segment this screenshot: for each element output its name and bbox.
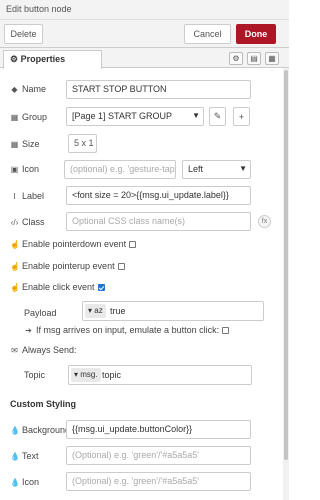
action-bar: Delete Cancel Done [0,20,289,48]
pointerup-checkbox[interactable] [117,262,125,270]
pencil-icon: ✎ [213,111,222,121]
group-label: ▦ Group [10,112,48,122]
scrollbar[interactable] [283,68,289,500]
droplet-icon: 💧 [10,477,20,487]
background-input[interactable]: {{msg.ui_update.buttonColor}} [66,420,251,439]
custom-styling-heading: Custom Styling [10,399,77,409]
cancel-button[interactable]: Cancel [184,24,231,44]
i-cursor-icon: I [13,191,16,201]
emulate-checkbox[interactable] [222,326,230,334]
chevron-down-icon: ▼ [239,164,247,173]
label-input[interactable]: <font size = 20>{{msg.ui_update.label}} [66,186,251,205]
scrollbar-thumb[interactable] [284,70,288,460]
chevron-down-icon: ▼ [192,111,200,120]
label-label: I Label [10,191,44,201]
grid-icon: ▦ [10,139,19,149]
size-button[interactable]: 5 x 1 [68,134,97,153]
droplet-icon: 💧 [10,425,20,435]
fx-icon: fx [261,218,268,225]
droplet-icon: 💧 [10,451,20,461]
icon-position-select[interactable]: Left ▼ [182,160,251,179]
always-send-row: ✉ Always Send: [11,345,77,355]
group-select[interactable]: [Page 1] START GROUP ▼ [66,107,204,126]
topic-label: Topic [24,370,46,380]
payload-label: Payload [24,308,57,318]
payload-type-selector[interactable]: ▾ az [85,304,106,318]
done-button[interactable]: Done [236,24,276,44]
pointerdown-checkbox[interactable] [129,240,137,248]
size-label: ▦ Size [10,139,40,149]
fx-expression-button[interactable]: fx [258,215,271,228]
table-icon: ▦ [10,112,19,122]
topic-typedinput[interactable]: ▾ msg. topic [68,365,252,385]
name-label: ◆ Name [11,84,47,94]
appearance-doc-icon[interactable]: ▦ [265,52,279,65]
class-label: ‹/› Class [10,217,45,227]
hand-pointer-icon: ☝ [10,239,20,249]
picture-icon: ▣ [10,164,19,174]
chevron-down-icon: ▾ [74,370,79,379]
gear-icon: ⚙ [10,54,19,64]
hand-pointer-icon: ☝ [10,261,20,271]
tab-properties-label: Properties [20,54,66,64]
icon-color-label: 💧 Icon [10,477,40,487]
settings-gear-icon[interactable]: ⚙ [229,52,243,65]
click-checkbox[interactable] [97,283,105,291]
properties-panel: ◆ Name START STOP BUTTON ▦ Group [Page 1… [0,68,283,500]
click-row: ☝ Enable click event [10,282,105,292]
tab-bar: ⚙ Properties ⚙ ▤ ▦ [0,48,289,69]
tag-icon: ◆ [11,84,18,94]
arrow-right-icon: ➔ [25,325,32,335]
hand-pointer-icon: ☝ [10,282,20,292]
payload-typedinput[interactable]: ▾ az true [82,301,264,321]
description-doc-icon[interactable]: ▤ [247,52,261,65]
pointerup-row: ☝ Enable pointerup event [10,261,125,271]
delete-button[interactable]: Delete [4,24,43,44]
edit-group-button[interactable]: ✎ [209,107,226,126]
payload-value: true [110,306,126,316]
envelope-icon: ✉ [11,345,18,355]
chevron-down-icon: ▾ [88,306,93,315]
icon-input[interactable]: (optional) e.g. 'gesture-tap' [64,160,176,179]
pointerdown-row: ☝ Enable pointerdown event [10,239,137,249]
string-type-icon: az [94,306,103,315]
topic-type-selector[interactable]: ▾ msg. [71,368,101,382]
icon-label: ▣ Icon [10,164,40,174]
tab-properties[interactable]: ⚙ Properties [3,50,102,69]
emulate-row: ➔ If msg arrives on input, emulate a but… [24,325,230,335]
code-icon: ‹/› [10,217,19,227]
plus-icon: + [238,111,245,122]
text-color-input[interactable]: (Optional) e.g. 'green'/'#a5a5a5' [66,446,251,465]
text-color-label: 💧 Text [10,451,39,461]
name-input[interactable]: START STOP BUTTON [66,80,251,99]
icon-color-input[interactable]: (Optional) e.g. 'green'/'#a5a5a5' [66,472,251,491]
tray-title: Edit button node [0,0,289,20]
background-label: 💧 Background [10,425,71,435]
add-group-button[interactable]: + [233,107,250,126]
class-input[interactable]: Optional CSS class name(s) [66,212,251,231]
topic-value: topic [102,370,122,380]
